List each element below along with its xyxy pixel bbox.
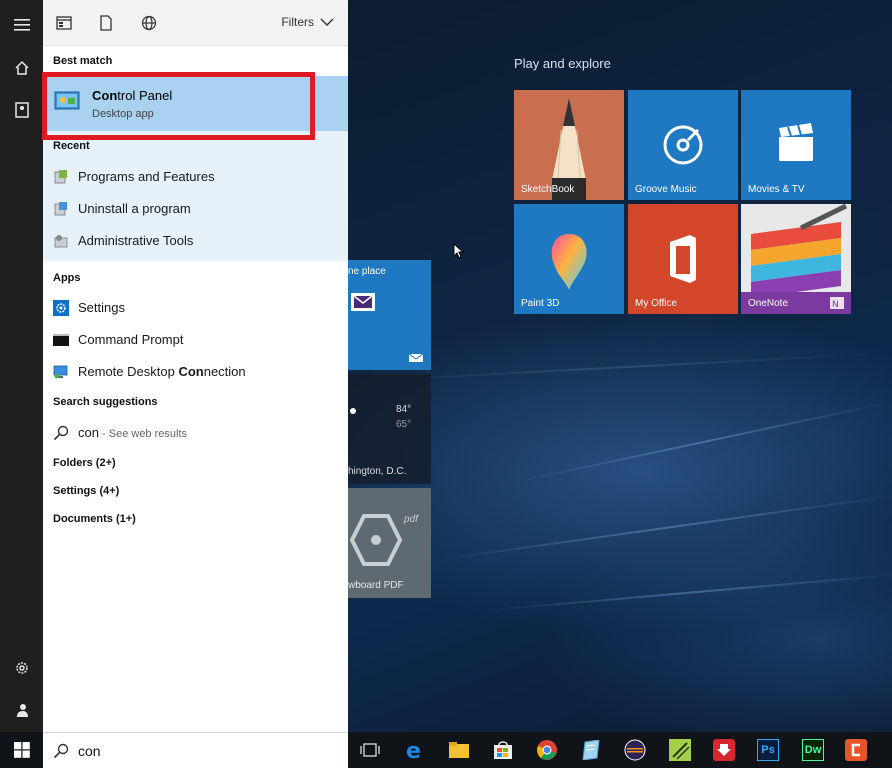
sun-icon — [350, 408, 356, 414]
task-view-icon[interactable] — [358, 738, 382, 762]
tile-movies-tv[interactable]: Movies & TV — [741, 90, 851, 200]
admin-tools-icon — [54, 235, 68, 248]
tile-label: OneNote — [748, 298, 789, 309]
tile-sketchbook[interactable]: SketchBook — [514, 90, 624, 200]
panel-toolbar: Filters — [43, 0, 348, 46]
light-beam — [519, 401, 892, 482]
tile-mail-partial[interactable]: ne place — [348, 260, 431, 370]
edge-icon[interactable]: e — [403, 738, 427, 762]
home-icon[interactable] — [0, 48, 43, 88]
pdf-tag: pdf — [404, 514, 418, 525]
settings-icon[interactable] — [0, 648, 43, 688]
weather-low: 65° — [396, 419, 412, 430]
file-explorer-icon[interactable] — [447, 738, 471, 762]
tile-label: My Office — [635, 298, 678, 309]
red-highlight-annotation — [42, 72, 315, 140]
settings-gear-icon — [53, 300, 69, 316]
light-beam — [359, 352, 880, 382]
apps-filter-icon[interactable] — [55, 14, 73, 32]
hexagon-pdf-icon — [349, 514, 403, 566]
tile-onenote[interactable]: OneNote N — [741, 204, 851, 314]
documents-category[interactable]: Documents (1+) — [53, 513, 136, 525]
app-item-command-prompt[interactable]: Command Prompt — [43, 324, 348, 356]
folders-category[interactable]: Folders (2+) — [53, 457, 116, 469]
tile-label: wboard PDF — [348, 580, 404, 591]
mouse-cursor-icon — [453, 243, 465, 259]
tile-my-office[interactable]: My Office — [628, 204, 738, 314]
search-input[interactable] — [78, 741, 328, 761]
feedback-icon[interactable] — [0, 690, 43, 730]
recent-heading: Recent — [53, 140, 90, 152]
settings-category[interactable]: Settings (4+) — [53, 485, 119, 497]
camtasia-icon[interactable] — [844, 738, 868, 762]
uninstall-icon — [54, 202, 67, 216]
play-explore-title: Play and explore — [514, 56, 611, 71]
programs-features-icon — [54, 170, 67, 184]
notepad-icon[interactable] — [579, 738, 603, 762]
notebook-icon[interactable] — [0, 90, 43, 130]
tile-label: SketchBook — [521, 184, 575, 195]
recent-item-admin-tools[interactable]: Administrative Tools — [43, 225, 348, 257]
tile-label: ne place — [348, 266, 386, 277]
eclipse-icon[interactable] — [623, 738, 647, 762]
web-filter-icon[interactable] — [140, 14, 158, 32]
best-match-heading: Best match — [53, 55, 113, 67]
tile-paint-3d[interactable]: Paint 3D — [514, 204, 624, 314]
tile-label: Paint 3D — [521, 298, 560, 309]
download-icon[interactable] — [712, 738, 736, 762]
tile-groove-music[interactable]: Groove Music — [628, 90, 738, 200]
web-suggestion-label: con - See web results — [78, 425, 188, 440]
tile-pdf-partial[interactable]: pdf wboard PDF — [348, 488, 431, 598]
photoshop-label: Ps — [757, 739, 779, 761]
remote-desktop-label: Remote Desktop Connection — [78, 364, 246, 379]
weather-city: hington, D.C. — [348, 466, 407, 477]
start-rail — [0, 0, 43, 732]
svg-text:N: N — [832, 300, 839, 309]
windows-start-icon[interactable] — [0, 732, 43, 768]
tile-label: Movies & TV — [748, 184, 805, 195]
search-icon — [53, 425, 69, 441]
documents-filter-icon[interactable] — [97, 14, 115, 32]
hamburger-icon[interactable] — [0, 5, 43, 45]
chrome-icon[interactable] — [535, 738, 559, 762]
onenote-badge-icon: N — [830, 297, 844, 309]
tool-icon[interactable] — [668, 738, 692, 762]
filters-label: Filters — [281, 15, 314, 29]
search-icon — [53, 743, 69, 759]
chevron-down-icon — [320, 18, 334, 26]
filters-dropdown[interactable]: Filters — [281, 15, 334, 29]
search-suggestions-heading: Search suggestions — [53, 396, 158, 408]
tile-label: Groove Music — [635, 184, 697, 195]
svg-text:e: e — [406, 739, 421, 761]
command-prompt-icon — [53, 334, 69, 346]
recent-section: Recent Programs and Features Uninstall a… — [43, 131, 348, 261]
photoshop-icon[interactable]: Ps — [756, 738, 780, 762]
web-suggestion-item[interactable]: con - See web results — [43, 417, 348, 449]
light-beam — [479, 572, 892, 612]
tile-weather-partial[interactable]: 84° 65° hington, D.C. — [348, 374, 431, 484]
envelope-badge-icon — [409, 353, 423, 362]
dreamweaver-label: Dw — [802, 739, 824, 761]
remote-desktop-icon — [53, 365, 68, 379]
weather-high: 84° — [396, 404, 412, 415]
recent-item-uninstall[interactable]: Uninstall a program — [43, 193, 348, 225]
store-icon[interactable] — [491, 738, 515, 762]
app-item-settings[interactable]: Settings — [43, 292, 348, 324]
light-beam — [429, 493, 892, 562]
apps-heading: Apps — [53, 272, 81, 284]
recent-item-programs-features[interactable]: Programs and Features — [43, 161, 348, 193]
mail-icon — [351, 293, 375, 311]
search-box[interactable] — [43, 732, 348, 768]
dreamweaver-icon[interactable]: Dw — [801, 738, 825, 762]
app-item-remote-desktop[interactable]: Remote Desktop Connection — [43, 356, 348, 388]
